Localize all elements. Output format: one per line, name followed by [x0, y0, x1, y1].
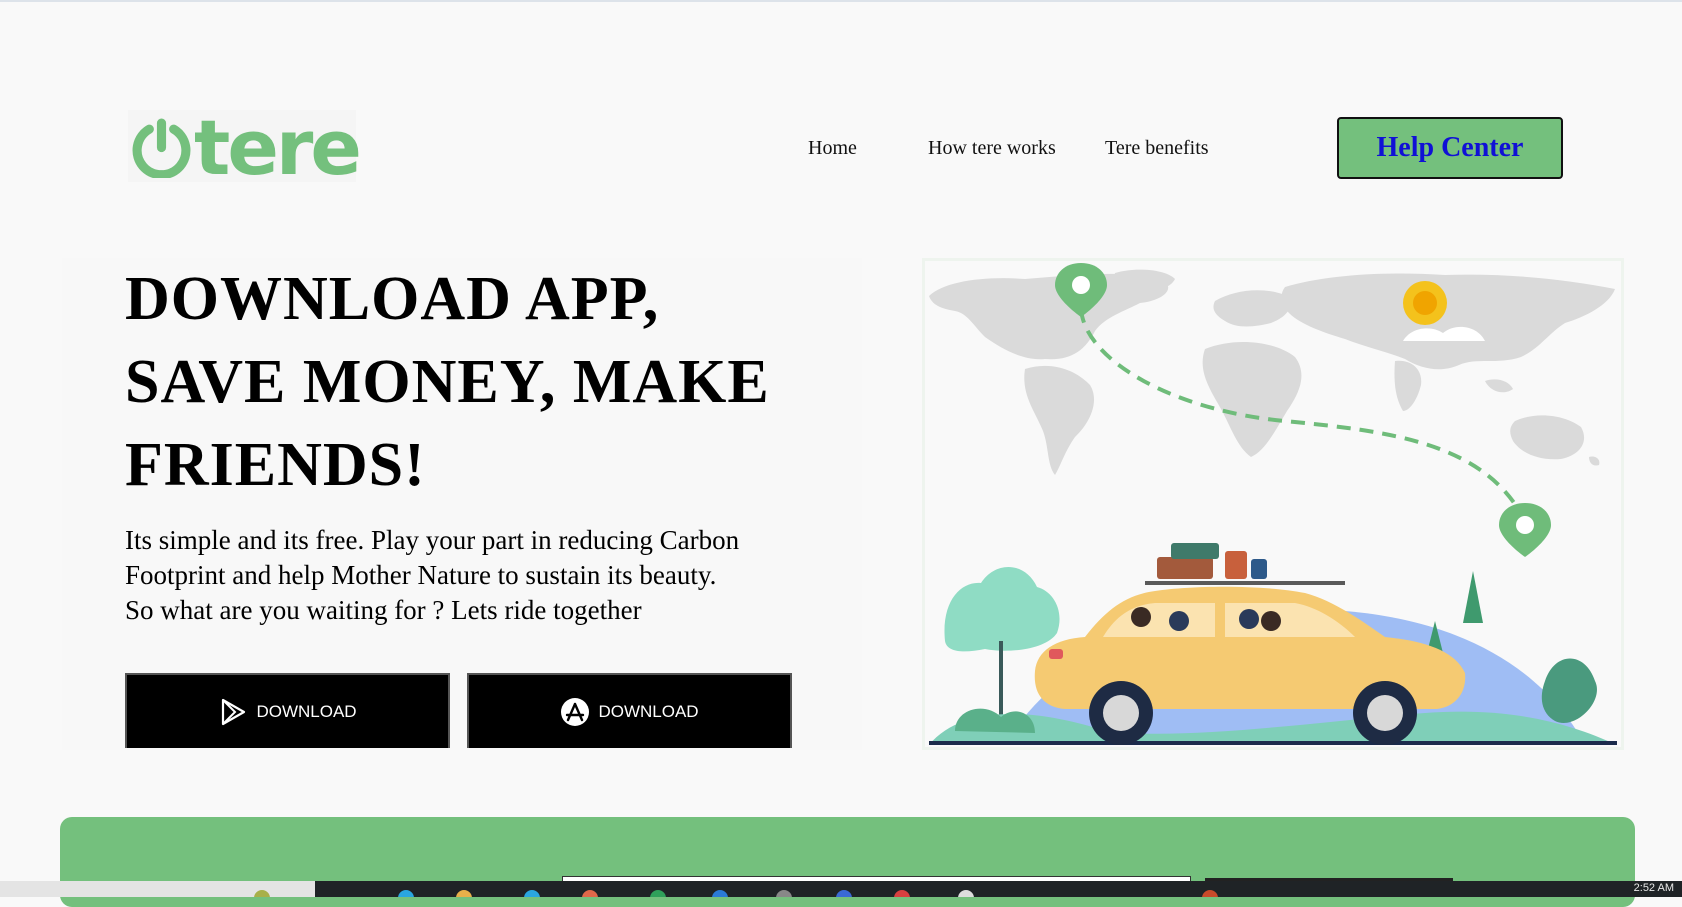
app-store-icon	[561, 697, 590, 726]
taskbar-app-icon[interactable]	[524, 890, 540, 897]
download-label: DOWNLOAD	[598, 701, 699, 721]
taskbar-app-icon[interactable]	[1202, 890, 1218, 897]
sun-icon	[1403, 281, 1447, 325]
taskbar-app-icon[interactable]	[650, 890, 666, 897]
taskbar-app-icon[interactable]	[398, 890, 414, 897]
hero-title: DOWNLOAD APP, SAVE MONEY, MAKE FRIENDS!	[125, 258, 825, 507]
help-center-button[interactable]: Help Center	[1337, 117, 1563, 179]
taskbar-app-icon[interactable]	[712, 890, 728, 897]
taskbar-app-icon[interactable]	[894, 890, 910, 897]
logo-wordmark: tere	[194, 103, 362, 192]
world-map	[929, 269, 1615, 475]
tere-logo[interactable]: tere	[128, 103, 362, 192]
hero-description-line: Its simple and its free. Play your part …	[125, 525, 740, 555]
download-label: DOWNLOAD	[256, 701, 357, 721]
taskbar-app-icon[interactable]	[776, 890, 792, 897]
hero-description-line: So what are you waiting for ? Lets ride …	[125, 595, 642, 625]
nav-how-tere-works[interactable]: How tere works	[928, 136, 1056, 160]
taskbar-clock: 2:52 AM	[1633, 882, 1674, 894]
nav-tere-benefits[interactable]: Tere benefits	[1105, 136, 1209, 160]
play-store-download-button[interactable]: DOWNLOAD	[125, 673, 450, 748]
os-taskbar: 2:52 AM	[0, 881, 1682, 897]
hero-title-line: FRIENDS!	[125, 431, 426, 499]
taskbar-app-icon[interactable]	[836, 890, 852, 897]
taskbar-app-icon[interactable]	[958, 890, 974, 897]
map-pin-icon	[1499, 503, 1551, 557]
hero-description: Its simple and its free. Play your part …	[125, 523, 825, 628]
taskbar-app-icon[interactable]	[582, 890, 598, 897]
app-store-download-button[interactable]: DOWNLOAD	[467, 673, 792, 748]
road-trip-illustration	[922, 258, 1624, 750]
power-icon	[132, 118, 191, 178]
hero-title-line: DOWNLOAD APP,	[125, 265, 660, 333]
browser-top-rule	[0, 0, 1682, 2]
nav-home[interactable]: Home	[808, 136, 857, 160]
play-store-icon	[222, 698, 246, 725]
hero-title-line: SAVE MONEY, MAKE	[125, 348, 770, 416]
hero-description-line: Footprint and help Mother Nature to sust…	[125, 560, 717, 590]
taskbar-app-icon[interactable]	[456, 890, 472, 897]
